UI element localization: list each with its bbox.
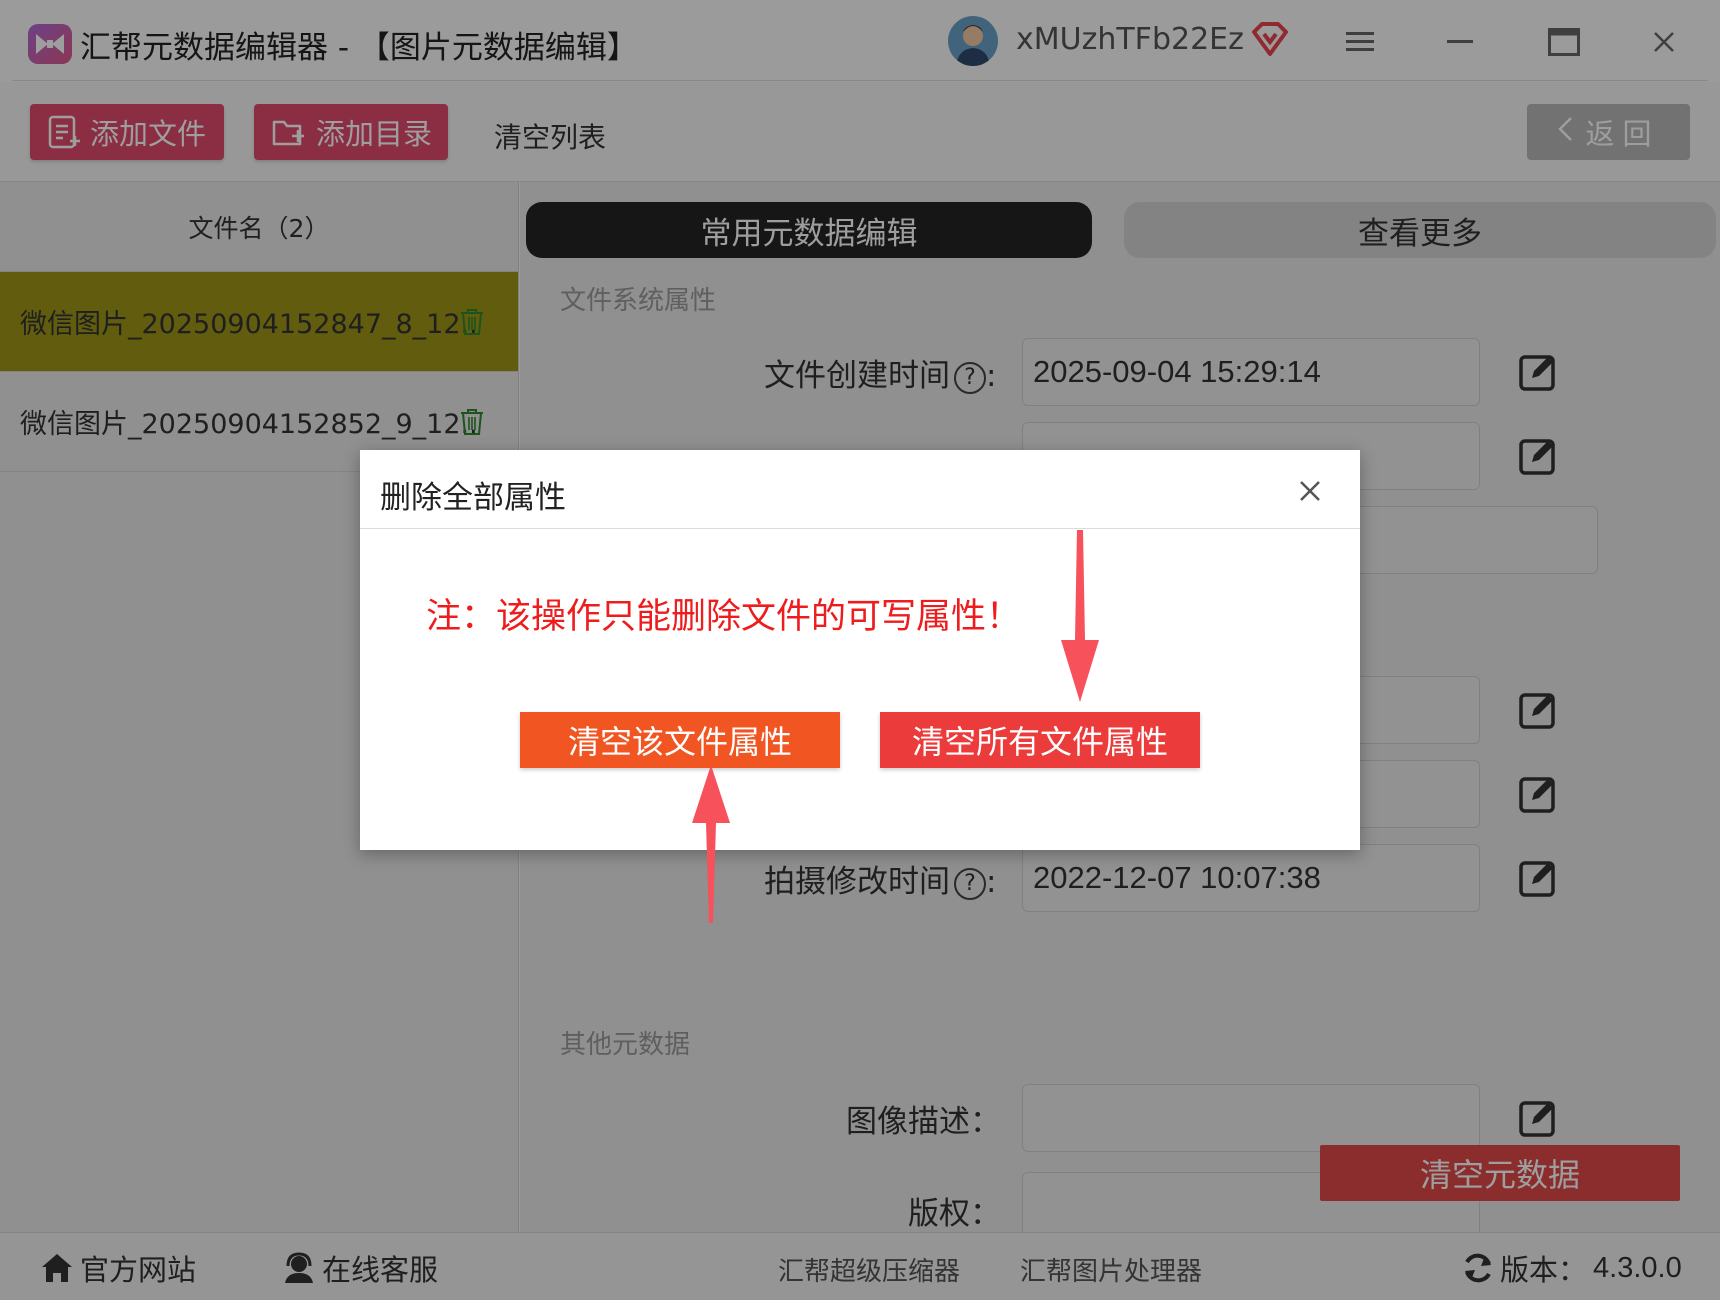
annotation-arrow-up: [692, 765, 730, 923]
dialog-title: 删除全部属性: [380, 480, 566, 516]
clear-all-files-button[interactable]: 清空所有文件属性: [880, 712, 1200, 768]
clear-this-file-button[interactable]: 清空该文件属性: [520, 712, 840, 768]
warning-note: 注：该操作只能删除文件的可写属性！: [426, 597, 1022, 637]
annotation-arrow-down: [1061, 530, 1099, 702]
delete-all-properties-dialog: 删除全部属性 注：该操作只能删除文件的可写属性！ 清空该文件属性 清空所有文件属…: [360, 450, 1360, 850]
close-icon[interactable]: [1295, 476, 1325, 506]
